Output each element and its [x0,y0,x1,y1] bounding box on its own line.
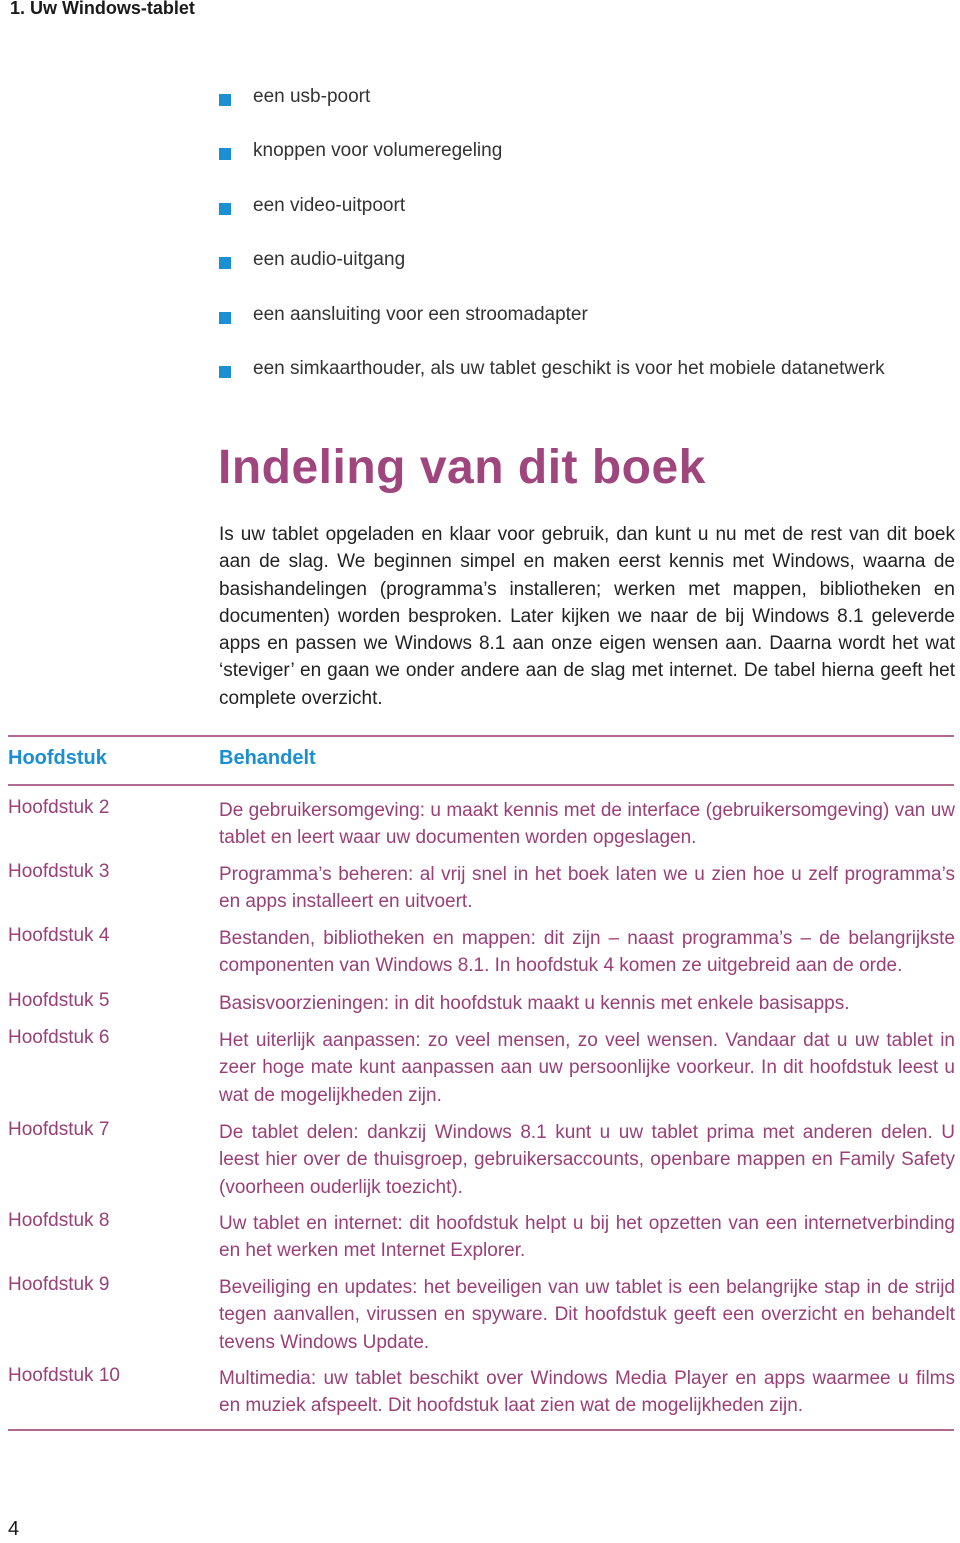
list-item-text: een aansluiting voor een stroomadapter [253,303,588,325]
description-cell: De tablet delen: dankzij Windows 8.1 kun… [219,1122,955,1198]
description-cell: Uw tablet en internet: dit hoofdstuk hel… [219,1213,955,1262]
chapter-cell: Hoofdstuk 3 [8,861,110,882]
description-cell: Beveiliging en updates: het beveiligen v… [219,1277,955,1353]
table-header-chapter: Hoofdstuk [8,747,107,769]
intro-paragraph: Is uw tablet opgeladen en klaar voor geb… [219,524,955,709]
description-cell: Bestanden, bibliotheken en mappen: dit z… [219,928,955,977]
chapter-cell: Hoofdstuk 6 [8,1027,110,1048]
chapter-cell: Hoofdstuk 5 [8,990,110,1011]
description-cell: Het uiterlijk aanpassen: zo veel mensen,… [219,1030,955,1106]
description-cell: Multimedia: uw tablet beschikt over Wind… [219,1368,955,1417]
list-item: een audio-uitgang [219,249,885,303]
bullet-square-icon [219,148,231,161]
description-cell: Programma’s beheren: al vrij snel in het… [219,864,955,913]
list-item: een simkaarthouder, als uw tablet geschi… [219,358,885,412]
chapter-cell: Hoofdstuk 7 [8,1119,110,1140]
bullet-square-icon [219,257,231,270]
list-item: een aansluiting voor een stroomadapter [219,304,885,358]
description-cell: De gebruikersomgeving: u maakt kennis me… [219,800,955,849]
list-item: een video-uitpoort [219,195,885,249]
list-item: een usb-poort [219,86,885,140]
chapter-cell: Hoofdstuk 8 [8,1210,110,1231]
feature-list: een usb-poort knoppen voor volumeregelin… [219,86,885,412]
table-bottom-rule [8,1429,954,1431]
page-number: 4 [8,1518,20,1540]
bullet-square-icon [219,365,231,378]
chapter-cell: Hoofdstuk 2 [8,797,110,818]
description-cell: Basisvoorzieningen: in dit hoofdstuk maa… [219,993,850,1014]
running-head: 1. Uw Windows-tablet [10,0,195,18]
chapter-cell: Hoofdstuk 4 [8,925,110,946]
list-item-text: knoppen voor volumeregeling [253,140,503,162]
list-item-text: een audio-uitgang [253,249,406,271]
table-top-rule [8,735,954,737]
table-header-covers: Behandelt [219,747,316,769]
table-header-rule [8,784,954,786]
section-title: Indeling van dit boek [218,441,706,494]
list-item: knoppen voor volumeregeling [219,140,885,194]
bullet-square-icon [219,94,231,106]
chapter-cell: Hoofdstuk 9 [8,1274,110,1295]
bullet-square-icon [219,311,231,324]
bullet-square-icon [219,202,231,215]
chapter-cell: Hoofdstuk 10 [8,1365,120,1386]
list-item-text: een simkaarthouder, als uw tablet geschi… [253,357,885,379]
list-item-text: een usb-poort [253,86,371,107]
list-item-text: een video-uitpoort [253,194,406,216]
